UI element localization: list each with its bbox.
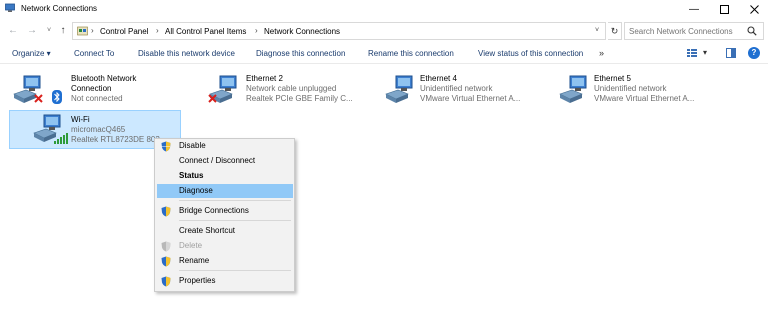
disable-device-button[interactable]: Disable this network device	[138, 49, 235, 58]
menu-item-label: Create Shortcut	[179, 226, 236, 235]
view-options-dropdown-icon[interactable]: ▾	[703, 48, 707, 57]
connection-device: Realtek RTL8723DE 802...	[71, 135, 167, 144]
connection-name: Ethernet 2	[246, 74, 283, 83]
uac-shield-icon	[161, 276, 171, 287]
uac-shield-icon	[161, 241, 171, 252]
breadcrumb-network-connections[interactable]: Network Connections	[264, 27, 340, 36]
close-button[interactable]	[740, 0, 768, 18]
breadcrumb-separator: ›	[91, 26, 94, 35]
maximize-icon	[719, 4, 729, 14]
connection-item-ethernet-5[interactable]: Ethernet 5 Unidentified network VMware V…	[556, 70, 706, 108]
diagnose-connection-button[interactable]: Diagnose this connection	[256, 49, 345, 58]
connect-to-button[interactable]: Connect To	[74, 49, 114, 58]
back-button[interactable]: ←	[7, 24, 19, 38]
uac-shield-icon	[161, 256, 171, 267]
connection-status: Unidentified network	[420, 84, 493, 93]
connection-status: micromacQ465	[71, 125, 126, 134]
menu-item-properties[interactable]: Properties	[157, 274, 293, 288]
command-bar: Organize ▾ Connect To Disable this netwo…	[0, 44, 768, 64]
control-panel-icon	[77, 26, 88, 36]
connection-name: Bluetooth Network	[71, 74, 137, 83]
menu-item-label: Delete	[179, 241, 203, 250]
menu-item-bridge-connections[interactable]: Bridge Connections	[157, 204, 293, 218]
forward-button[interactable]: →	[26, 24, 38, 38]
connection-name-line2: Connection	[71, 84, 112, 93]
connection-item-bluetooth[interactable]: Bluetooth Network Connection Not connect…	[10, 70, 180, 108]
search-box[interactable]	[624, 22, 764, 40]
context-menu: Disable Connect / Disconnect Status Diag…	[154, 138, 295, 292]
menu-item-disable[interactable]: Disable	[157, 139, 293, 153]
menu-separator	[179, 200, 291, 201]
minimize-button[interactable]: —	[680, 0, 708, 18]
menu-item-label: Properties	[179, 276, 216, 285]
breadcrumb-control-panel[interactable]: Control Panel	[100, 27, 148, 36]
ethernet-adapter-icon	[559, 75, 587, 103]
search-icon	[747, 26, 757, 36]
menu-item-rename[interactable]: Rename	[157, 254, 293, 268]
breadcrumb-separator: ›	[255, 26, 258, 35]
connection-device: Realtek PCIe GBE Family C...	[246, 94, 353, 103]
menu-item-label: Status	[179, 171, 204, 180]
window-title: Network Connections	[21, 4, 98, 13]
network-connections-app-icon	[5, 3, 15, 12]
connection-item-ethernet-2[interactable]: Ethernet 2 Network cable unplugged Realt…	[206, 70, 356, 108]
preview-pane-icon[interactable]	[726, 48, 736, 58]
breadcrumb-all-items[interactable]: All Control Panel Items	[165, 27, 246, 36]
menu-separator	[179, 220, 291, 221]
connection-name: Ethernet 5	[594, 74, 631, 83]
uac-shield-icon	[161, 141, 171, 152]
maximize-button[interactable]	[710, 0, 738, 18]
menu-item-diagnose[interactable]: Diagnose	[157, 184, 293, 198]
uac-shield-icon	[161, 206, 171, 217]
menu-item-create-shortcut[interactable]: Create Shortcut	[157, 224, 293, 238]
menu-separator	[179, 270, 291, 271]
menu-item-label: Connect / Disconnect	[179, 156, 256, 165]
menu-item-delete: Delete	[157, 239, 293, 253]
up-button[interactable]: ↑	[57, 24, 69, 38]
bluetooth-icon	[52, 90, 62, 104]
signal-strength-icon	[54, 133, 68, 144]
breadcrumb-separator: ›	[156, 26, 159, 35]
refresh-button[interactable]: ↻	[608, 22, 622, 40]
close-icon	[749, 4, 759, 14]
connection-name: Wi-Fi	[71, 115, 90, 124]
more-commands-button[interactable]: »	[599, 48, 604, 58]
menu-item-label: Diagnose	[179, 186, 213, 195]
address-row: ← → ˅ ↑ › Control Panel › All Control Pa…	[0, 21, 768, 41]
address-bar[interactable]: › Control Panel › All Control Panel Item…	[72, 22, 606, 40]
error-x-icon	[34, 94, 43, 103]
help-icon[interactable]: ?	[748, 47, 760, 59]
recent-locations-button[interactable]: ˅	[43, 24, 55, 38]
search-input[interactable]	[629, 25, 743, 37]
connection-item-ethernet-4[interactable]: Ethernet 4 Unidentified network VMware V…	[382, 70, 532, 108]
view-status-button[interactable]: View status of this connection	[478, 49, 583, 58]
connection-name: Ethernet 4	[420, 74, 457, 83]
connection-device: VMware Virtual Ethernet A...	[420, 94, 521, 103]
title-bar: Network Connections —	[0, 0, 768, 18]
connection-status: Not connected	[71, 94, 123, 103]
menu-item-label: Disable	[179, 141, 206, 150]
connection-device: VMware Virtual Ethernet A...	[594, 94, 695, 103]
connection-status: Network cable unplugged	[246, 84, 337, 93]
change-view-icon[interactable]	[687, 48, 697, 58]
rename-connection-button[interactable]: Rename this connection	[368, 49, 454, 58]
menu-item-connect-disconnect[interactable]: Connect / Disconnect	[157, 154, 293, 168]
organize-button[interactable]: Organize ▾	[12, 49, 51, 58]
menu-item-label: Bridge Connections	[179, 206, 249, 215]
error-x-icon	[208, 94, 217, 103]
ethernet-adapter-icon	[385, 75, 413, 103]
connection-status: Unidentified network	[594, 84, 667, 93]
address-dropdown-icon[interactable]: ˅	[595, 27, 599, 34]
menu-item-status[interactable]: Status	[157, 169, 293, 183]
menu-item-label: Rename	[179, 256, 210, 265]
